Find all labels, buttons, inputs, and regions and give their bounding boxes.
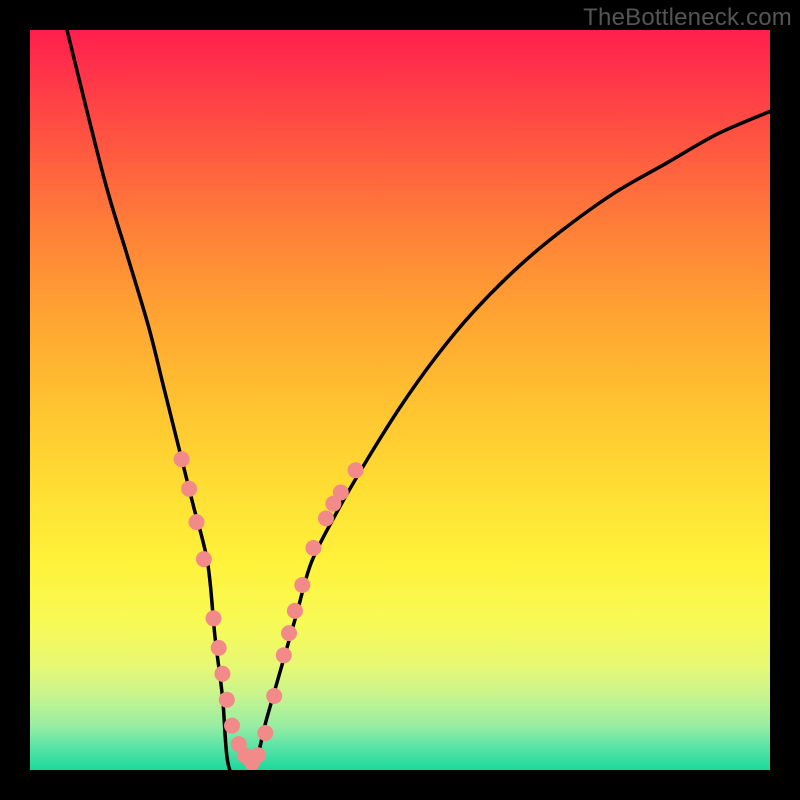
curve-marker (244, 755, 260, 770)
curve-marker (294, 577, 310, 593)
curve-marker (250, 747, 266, 763)
curve-marker (219, 692, 235, 708)
curve-marker (174, 451, 190, 467)
curve-marker (318, 510, 334, 526)
curve-marker (276, 647, 292, 663)
curve-marker (196, 551, 212, 567)
curve-marker (237, 747, 253, 763)
curve-marker (287, 603, 303, 619)
curve-marker (231, 736, 247, 752)
curve-marker-group (174, 451, 364, 770)
plot-area (30, 30, 770, 770)
curve-marker (181, 481, 197, 497)
watermark-text: TheBottleneck.com (583, 4, 792, 32)
curve-marker (211, 640, 227, 656)
chart-svg (30, 30, 770, 770)
chart-frame: TheBottleneck.com (0, 0, 800, 800)
curve-marker (333, 485, 349, 501)
curve-marker (281, 625, 297, 641)
bottleneck-curve (67, 30, 770, 770)
curve-marker (206, 610, 222, 626)
curve-marker (266, 688, 282, 704)
curve-marker (305, 540, 321, 556)
curve-marker (224, 718, 240, 734)
curve-marker (214, 666, 230, 682)
curve-marker (189, 514, 205, 530)
curve-marker (257, 725, 273, 741)
curve-marker (348, 462, 364, 478)
curve-marker (325, 496, 341, 512)
